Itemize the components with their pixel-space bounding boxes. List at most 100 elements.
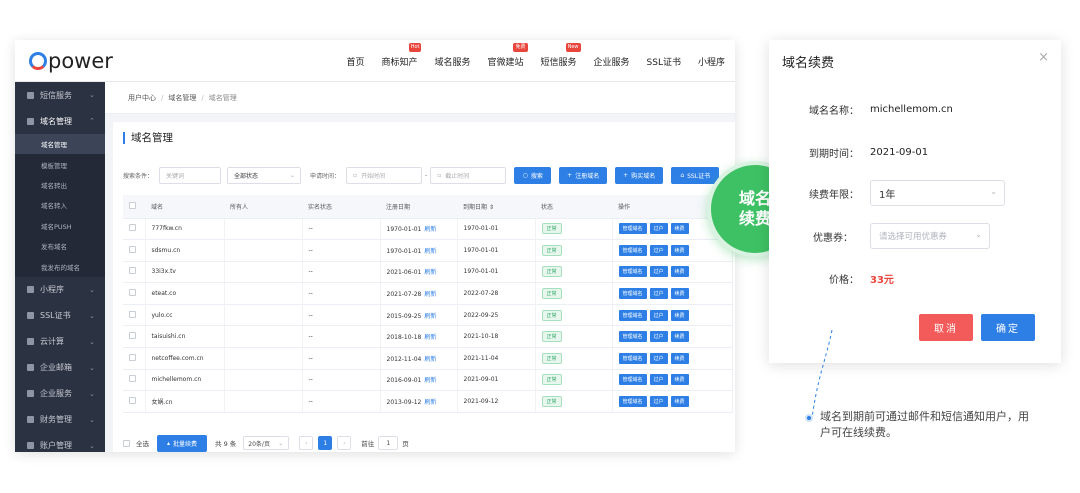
refresh-link[interactable]: 刷新 (424, 356, 436, 363)
sidebar-group-3[interactable]: 企业邮箱 ⌄ (15, 355, 105, 381)
renew-button[interactable]: 续费 (670, 309, 689, 321)
renew-button[interactable]: 续费 (670, 266, 689, 278)
manage-domain-button[interactable]: 管理域名 (618, 266, 647, 278)
row-checkbox[interactable] (129, 224, 136, 232)
manage-domain-button[interactable]: 管理域名 (618, 288, 647, 300)
table-row: netcoffee.com.cn -- 2012-11-04 刷新 2021-11-04… (123, 347, 733, 370)
refresh-link[interactable]: 刷新 (424, 377, 436, 384)
refresh-link[interactable]: 刷新 (424, 248, 436, 255)
manage-domain-button[interactable]: 管理域名 (618, 331, 647, 343)
transfer-button[interactable]: 过户 (649, 331, 668, 343)
refresh-link[interactable]: 刷新 (424, 334, 436, 341)
buy-domain-button[interactable]: + 购买域名 (615, 166, 664, 184)
coupon-select[interactable]: 请选择可用优惠券 ⌄ (870, 223, 990, 249)
next-page-button[interactable]: › (337, 436, 352, 450)
renew-button[interactable]: 续费 (670, 223, 689, 235)
batch-renew-button[interactable]: ▴ 批量续费 (157, 434, 207, 452)
sidebar-group-1[interactable]: SSL证书 ⌄ (15, 303, 105, 329)
breadcrumb-level1[interactable]: 域名管理 (168, 93, 196, 103)
manage-domain-button[interactable]: 管理域名 (618, 309, 647, 321)
renew-button[interactable]: 续费 (670, 352, 689, 364)
row-checkbox[interactable] (129, 310, 136, 318)
renew-button[interactable]: 续费 (670, 244, 689, 256)
renew-button[interactable]: 续费 (670, 396, 689, 408)
nav-item-7[interactable]: 小程序 (698, 55, 725, 68)
sidebar-group-2[interactable]: 云计算 ⌄ (15, 329, 105, 355)
refresh-link[interactable]: 刷新 (424, 291, 436, 298)
manage-domain-button[interactable]: 管理域名 (618, 223, 647, 235)
row-checkbox[interactable] (129, 353, 136, 361)
select-all-checkbox[interactable] (129, 201, 136, 209)
nav-item-4[interactable]: 短信服务 New (541, 42, 581, 68)
row-checkbox[interactable] (129, 397, 136, 405)
page-size-select[interactable]: 20条/页 ⌄ (243, 436, 290, 450)
row-checkbox[interactable] (129, 332, 136, 340)
page-1-button[interactable]: 1 (318, 436, 333, 450)
note-text: 域名到期前可通过邮件和短信通知用户，用户可在线续费。 (820, 410, 1029, 439)
cancel-button[interactable]: 取消 (919, 314, 973, 341)
cell-reg-date: 1970-01-01 刷新 (380, 218, 458, 241)
transfer-button[interactable]: 过户 (649, 396, 668, 408)
nav-item-6[interactable]: SSL证书 (647, 55, 681, 68)
sidebar-subitem-6[interactable]: 我发布的域名 (15, 256, 105, 277)
refresh-link[interactable]: 刷新 (424, 269, 436, 276)
sidebar-subitem-0[interactable]: 域名管理 (15, 134, 105, 155)
sidebar-subitem-2[interactable]: 域名转出 (15, 174, 105, 196)
years-select[interactable]: 1年 ⌄ (870, 180, 1005, 206)
cell-realname: -- (302, 325, 381, 349)
row-checkbox[interactable] (129, 375, 136, 383)
epower-logo[interactable]: power (29, 48, 113, 74)
transfer-button[interactable]: 过户 (649, 309, 668, 321)
transfer-button[interactable]: 过户 (649, 266, 668, 278)
transfer-button[interactable]: 过户 (649, 244, 668, 256)
refresh-link[interactable]: 刷新 (424, 226, 436, 233)
row-checkbox[interactable] (129, 245, 136, 253)
close-icon[interactable]: × (1038, 50, 1049, 65)
nav-item-3[interactable]: 官微建站 免费 (487, 42, 528, 68)
transfer-button[interactable]: 过户 (649, 223, 668, 235)
sidebar-group-4[interactable]: 企业服务 ⌄ (15, 381, 105, 407)
transfer-button[interactable]: 过户 (649, 352, 668, 364)
nav-item-2[interactable]: 域名服务 (434, 55, 470, 68)
cell-reg-date: 2021-06-01 刷新 (380, 261, 458, 284)
end-date-input[interactable]: ▫ 截止时间 (430, 166, 507, 184)
sidebar-subitem-1[interactable]: 模板管理 (15, 154, 105, 175)
search-button[interactable]: ○ 搜索 (514, 166, 552, 184)
prev-page-button[interactable]: ‹ (299, 436, 314, 450)
nav-item-0[interactable]: 首页 (346, 55, 364, 68)
sidebar-group-6[interactable]: 账户管理 ⌄ (15, 433, 105, 452)
manage-domain-button[interactable]: 管理域名 (618, 374, 647, 386)
transfer-button[interactable]: 过户 (649, 374, 668, 386)
col-exp-date[interactable]: 到期日期 ⇕ (457, 195, 535, 219)
sidebar-subitem-4[interactable]: 域名PUSH (15, 215, 105, 236)
sidebar-subitem-5[interactable]: 发布域名 (15, 235, 105, 257)
confirm-button[interactable]: 确定 (981, 314, 1035, 341)
transfer-button[interactable]: 过户 (649, 288, 668, 300)
breadcrumb-home[interactable]: 用户中心 (128, 93, 156, 103)
renew-button[interactable]: 续费 (670, 288, 689, 300)
goto-input[interactable]: 1 (378, 436, 399, 450)
nav-item-1[interactable]: 商标知产 Hot (381, 42, 422, 68)
sidebar-subitem-3[interactable]: 域名转入 (15, 195, 105, 216)
manage-domain-button[interactable]: 管理域名 (618, 352, 647, 364)
refresh-link[interactable]: 刷新 (424, 313, 436, 320)
renew-button[interactable]: 续费 (670, 374, 689, 386)
keyword-input[interactable]: 关键词 (159, 166, 222, 184)
sidebar-group-5[interactable]: 财务管理 ⌄ (15, 407, 105, 433)
sidebar-group-domain[interactable]: 域名管理 ⌃ (15, 108, 105, 134)
refresh-link[interactable]: 刷新 (424, 399, 436, 406)
sidebar-group-sms[interactable]: 短信服务 ⌄ (15, 82, 105, 108)
row-checkbox[interactable] (129, 289, 136, 297)
status-select[interactable]: 全部状态 ⌄ (227, 166, 302, 184)
nav-item-5[interactable]: 企业服务 (594, 55, 630, 68)
ssl-button[interactable]: ⌂ SSL证书 (671, 166, 720, 184)
manage-domain-button[interactable]: 管理域名 (618, 396, 647, 408)
start-date-input[interactable]: ▫ 开始时间 (346, 166, 423, 184)
select-all-checkbox[interactable] (123, 439, 130, 447)
register-domain-button[interactable]: + 注册域名 (559, 166, 608, 184)
renew-button[interactable]: 续费 (670, 331, 689, 343)
sidebar-group-0[interactable]: 小程序 ⌄ (15, 277, 105, 303)
row-checkbox[interactable] (129, 267, 136, 275)
cell-actions: 管理域名 过户 续费 (612, 282, 733, 305)
manage-domain-button[interactable]: 管理域名 (618, 244, 647, 256)
